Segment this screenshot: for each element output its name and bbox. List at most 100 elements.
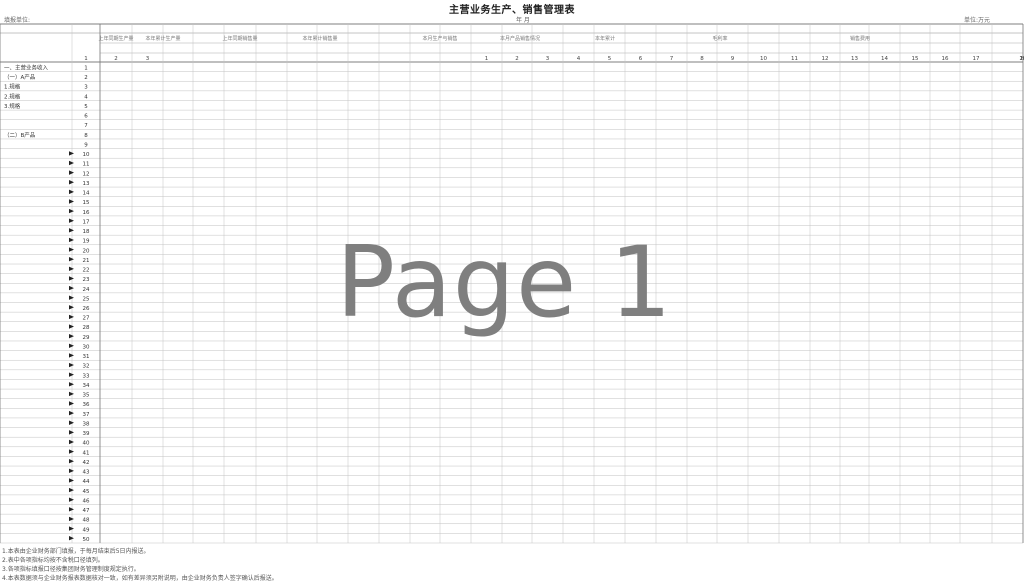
row-number: 42: [83, 460, 90, 466]
row-number: 40: [83, 441, 90, 447]
row-number: 13: [83, 181, 90, 187]
column-number: 13: [851, 56, 858, 62]
row-marker-icon: [69, 305, 74, 310]
column-group-header: 本月生产与销售: [422, 35, 457, 42]
column-group-header: 上年同期生产量: [98, 35, 133, 42]
row-number: 17: [83, 219, 90, 225]
footnote-4: 4.本表数据须与企业财务报表数据核对一致，如有差异须另附说明，由企业财务负责人签…: [2, 575, 278, 582]
row-number: 20: [83, 248, 90, 254]
column-group-header: 本年累计: [595, 35, 615, 42]
row-marker-icon: [69, 382, 74, 387]
row-number: 38: [83, 421, 90, 427]
row-marker-icon: [69, 237, 74, 243]
footnote-1: 1.本表由企业财务部门填报，于每月结束后5日内报送。: [2, 548, 150, 555]
column-group-header: 本年累计生产量: [145, 35, 180, 42]
row-number: 44: [83, 479, 90, 485]
row-marker-icon: [69, 535, 74, 541]
row-number: 50: [83, 537, 90, 543]
row-number: 48: [83, 518, 90, 524]
row-number: 3: [84, 85, 88, 91]
row-number: 4: [84, 94, 88, 100]
row-number: 28: [83, 325, 90, 331]
row-number: 19: [83, 239, 90, 245]
row-marker-icon: [69, 439, 74, 445]
row-number: 2: [84, 75, 88, 81]
row-number: 7: [84, 123, 88, 129]
row-marker-icon: [69, 257, 74, 262]
column-number: 15: [912, 56, 919, 62]
row-number: 46: [83, 498, 90, 504]
row-marker-icon: [69, 151, 74, 156]
column-number: 10: [760, 56, 767, 62]
row-number: 11: [83, 162, 90, 168]
row-marker-icon: [69, 478, 74, 483]
row-marker-icon: [69, 180, 74, 185]
row-marker-icon: [69, 372, 74, 377]
row-number: 10: [83, 152, 90, 158]
column-number: 6: [639, 56, 643, 62]
column-group-header: 销售费用: [850, 35, 870, 42]
row-marker-icon: [69, 468, 74, 474]
row-label: （二）B产品: [4, 131, 36, 139]
row-number: 23: [83, 277, 90, 283]
row-marker-icon: [69, 314, 74, 320]
column-number: 2: [114, 56, 118, 62]
column-number: 2: [515, 56, 519, 62]
row-marker-icon: [69, 170, 74, 175]
row-number: 25: [83, 296, 90, 302]
row-number: 16: [83, 210, 90, 216]
row-label: 一、主营业务收入: [4, 64, 49, 72]
row-marker-icon: [69, 276, 74, 281]
row-number: 41: [83, 450, 90, 456]
row-number: 29: [83, 335, 90, 341]
row-number: 6: [84, 114, 88, 120]
row-marker-icon: [69, 189, 74, 195]
row-marker-icon: [69, 362, 74, 368]
row-marker-icon: [69, 430, 74, 435]
row-label: 1.规格: [4, 83, 21, 91]
row-marker-icon: [69, 199, 74, 204]
footnote-3: 3.各项指标填报口径按集团财务管理制度规定执行。: [2, 566, 140, 573]
row-marker-icon: [69, 343, 74, 348]
row-marker-icon: [69, 391, 74, 397]
row-marker-icon: [69, 449, 74, 454]
row-number: 12: [83, 171, 90, 177]
row-number: 26: [83, 306, 90, 312]
column-number: 7: [670, 56, 674, 62]
column-number: 12: [822, 56, 829, 62]
row-number: 15: [83, 200, 90, 206]
row-number: 34: [83, 383, 90, 389]
footnote-2: 2.表中各项指标均按不含税口径填列。: [2, 557, 104, 564]
column-group-header: 毛利率: [712, 35, 727, 42]
row-number: 22: [83, 268, 90, 274]
row-marker-icon: [69, 507, 74, 512]
spreadsheet-grid: 上年同期生产量 本年累计生产量 上年同期销售量 本年累计销售量 本月生产与销售 本月产品销…: [0, 23, 1024, 544]
row-number: 33: [83, 373, 90, 379]
column-number: 20: [1020, 56, 1024, 62]
row-marker-icon: [69, 459, 74, 464]
row-number: 35: [83, 393, 90, 399]
row-number: 30: [83, 344, 90, 350]
row-number: 1: [84, 66, 88, 72]
row-number: 37: [83, 412, 90, 418]
row-marker-icon: [69, 401, 74, 406]
row-marker-icon: [69, 208, 74, 214]
column-number: 5: [608, 56, 612, 62]
column-number: 16: [942, 56, 949, 62]
row-number: 14: [83, 191, 90, 197]
row-marker-icon: [69, 285, 74, 291]
row-marker-icon: [69, 526, 74, 531]
row-marker-icon: [69, 420, 74, 425]
row-marker-icon: [69, 353, 74, 358]
row-marker-icon: [69, 266, 74, 272]
row-number: 32: [83, 364, 90, 370]
row-marker-icon: [69, 516, 74, 522]
row-number: 47: [83, 508, 90, 514]
row-label: 3.规格: [4, 102, 21, 110]
column-number: 1: [84, 56, 88, 62]
row-number: 5: [84, 104, 88, 110]
column-number: 11: [791, 56, 798, 62]
row-marker-icon: [69, 497, 74, 502]
row-number: 8: [84, 133, 88, 139]
column-number: 9: [731, 56, 735, 62]
